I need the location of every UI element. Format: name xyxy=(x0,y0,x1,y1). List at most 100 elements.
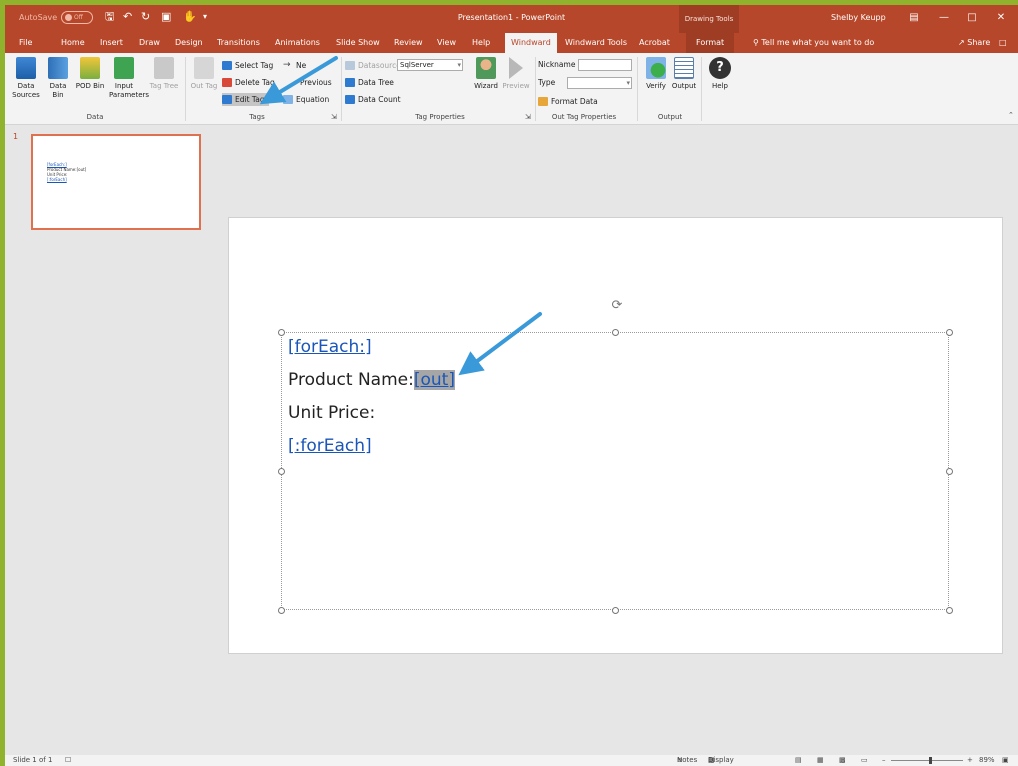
foreach-start-tag[interactable]: [forEach:] xyxy=(288,337,372,357)
zoom-in-icon[interactable]: + xyxy=(967,755,973,766)
chevron-down-icon: ▾ xyxy=(457,61,461,69)
tab-animations[interactable]: Animations xyxy=(275,33,320,53)
slideshow-view-icon[interactable]: ▭ xyxy=(861,755,868,766)
previous-tag-button[interactable]: Previous xyxy=(300,76,332,89)
datasource-label: Datasource xyxy=(345,59,401,72)
input-parameters-button[interactable]: Input Parameters xyxy=(109,57,149,111)
resize-handle[interactable] xyxy=(946,607,953,614)
reading-view-icon[interactable]: ▩ xyxy=(839,755,846,766)
title-bar: AutoSave Off 🖫 ↶ ↻ ▣ ✋ ▾ Presentation1 -… xyxy=(5,5,1018,33)
edit-tag-label: Edit Tag xyxy=(235,95,265,104)
tab-windward[interactable]: Windward xyxy=(505,33,557,53)
maximize-icon[interactable]: □ xyxy=(961,9,983,27)
tag-properties-dialog-launcher-icon[interactable]: ⇲ xyxy=(525,113,531,121)
data-sources-button[interactable]: Data Sources xyxy=(11,57,41,111)
status-bar: Slide 1 of 1 ☐ ≡ Notes ▩ Display Setting… xyxy=(5,755,1018,766)
tab-home[interactable]: Home xyxy=(61,33,85,53)
share-label: Share xyxy=(967,38,991,47)
resize-handle[interactable] xyxy=(278,329,285,336)
wizard-button[interactable]: Wizard xyxy=(471,57,501,111)
normal-view-icon[interactable]: ▤ xyxy=(795,755,802,766)
data-sources-icon xyxy=(16,57,36,79)
edit-tag-button[interactable]: Edit Tag xyxy=(222,93,269,106)
resize-handle[interactable] xyxy=(612,607,619,614)
nickname-input[interactable] xyxy=(578,59,632,71)
tab-review[interactable]: Review xyxy=(394,33,423,53)
tab-draw[interactable]: Draw xyxy=(139,33,160,53)
nickname-label: Nickname xyxy=(538,60,576,69)
output-button[interactable]: Output xyxy=(669,57,699,111)
resize-handle[interactable] xyxy=(278,468,285,475)
tab-help[interactable]: Help xyxy=(472,33,490,53)
tab-transitions[interactable]: Transitions xyxy=(217,33,260,53)
data-count-label: Data Count xyxy=(358,95,401,104)
slide-canvas[interactable]: ⟳ [forEach:] Product Name:[out] Unit Pri… xyxy=(228,217,1003,654)
ribbon-display-icon[interactable]: ▤ xyxy=(903,9,925,27)
fit-slide-icon[interactable]: ▣ xyxy=(1002,755,1009,766)
zoom-out-icon[interactable]: – xyxy=(882,755,886,766)
ribbon-tabs: File Home Insert Draw Design Transitions… xyxy=(5,33,1018,53)
data-bin-button[interactable]: Data Bin xyxy=(43,57,73,111)
product-name-line: Product Name:[out] xyxy=(288,370,455,390)
select-tag-button[interactable]: Select Tag xyxy=(222,59,273,72)
delete-tag-icon xyxy=(222,78,232,87)
preview-button[interactable]: Preview xyxy=(501,57,531,111)
tag-tree-button[interactable]: Tag Tree xyxy=(149,57,179,111)
out-tag-selected[interactable]: [out] xyxy=(413,370,455,390)
collapse-ribbon-icon[interactable]: ⌃ xyxy=(1008,111,1014,119)
minimize-icon[interactable]: — xyxy=(933,9,955,27)
help-label: Help xyxy=(712,82,728,90)
help-button[interactable]: ? Help xyxy=(705,57,735,111)
tags-dialog-launcher-icon[interactable]: ⇲ xyxy=(331,113,337,121)
tab-acrobat[interactable]: Acrobat xyxy=(639,33,670,53)
out-tag-button[interactable]: Out Tag xyxy=(189,57,219,111)
format-data-button[interactable]: Format Data xyxy=(538,95,598,108)
verify-button[interactable]: Verify xyxy=(641,57,671,111)
equation-button[interactable]: Equation xyxy=(283,93,329,106)
text-box[interactable]: [forEach:] Product Name:[out] Unit Price… xyxy=(278,329,953,614)
tab-windward-tools[interactable]: Windward Tools xyxy=(565,33,627,53)
resize-handle[interactable] xyxy=(946,329,953,336)
tag-properties-group-label: Tag Properties xyxy=(415,113,465,121)
pod-bin-button[interactable]: POD Bin xyxy=(75,57,105,111)
zoom-slider[interactable] xyxy=(891,760,963,761)
resize-handle[interactable] xyxy=(946,468,953,475)
data-tree-button[interactable]: Data Tree xyxy=(345,76,394,89)
resize-handle[interactable] xyxy=(612,329,619,336)
datasource-select[interactable]: SqlServer ▾ xyxy=(397,59,463,71)
previous-tag-label: Previous xyxy=(300,78,332,87)
tab-view[interactable]: View xyxy=(437,33,456,53)
foreach-end-tag[interactable]: [:forEach] xyxy=(288,436,372,456)
data-count-button[interactable]: Data Count xyxy=(345,93,401,106)
rotate-handle-icon[interactable]: ⟳ xyxy=(610,299,624,313)
pod-bin-icon xyxy=(80,57,100,79)
delete-tag-button[interactable]: Delete Tag xyxy=(222,76,275,89)
edit-tag-icon xyxy=(222,95,232,104)
format-data-icon xyxy=(538,97,548,106)
tell-me-search[interactable]: ⚲ Tell me what you want to do xyxy=(753,33,874,53)
tab-design[interactable]: Design xyxy=(175,33,203,53)
tab-file[interactable]: File xyxy=(19,33,32,53)
slide-thumbnail-pane: 1 [forEach:] Product Name:[out] Unit Pri… xyxy=(5,126,205,755)
equation-icon xyxy=(283,95,293,104)
next-tag-label: Ne xyxy=(296,61,307,70)
next-tag-button[interactable]: → Ne xyxy=(283,59,306,72)
data-tree-label: Data Tree xyxy=(358,78,394,87)
type-select[interactable]: ▾ xyxy=(567,77,632,89)
datasource-icon xyxy=(345,61,355,70)
zoom-level[interactable]: 89% xyxy=(979,755,995,766)
slide-thumbnail[interactable]: [forEach:] Product Name:[out] Unit Price… xyxy=(31,134,201,230)
close-icon[interactable]: ✕ xyxy=(990,9,1012,27)
tags-group-label: Tags xyxy=(249,113,265,121)
accessibility-icon[interactable]: ☐ xyxy=(65,755,71,766)
comments-icon[interactable]: □ xyxy=(999,33,1007,53)
tab-insert[interactable]: Insert xyxy=(100,33,123,53)
tab-slide-show[interactable]: Slide Show xyxy=(336,33,380,53)
slide-sorter-icon[interactable]: ▦ xyxy=(817,755,824,766)
tab-format[interactable]: Format xyxy=(686,33,735,53)
zoom-slider-thumb[interactable] xyxy=(929,757,932,764)
resize-handle[interactable] xyxy=(278,607,285,614)
user-name[interactable]: Shelby Keupp xyxy=(831,13,886,22)
ribbon: Data Sources Data Bin POD Bin Input Para… xyxy=(5,53,1018,125)
share-button[interactable]: ↗ Share xyxy=(958,33,990,53)
